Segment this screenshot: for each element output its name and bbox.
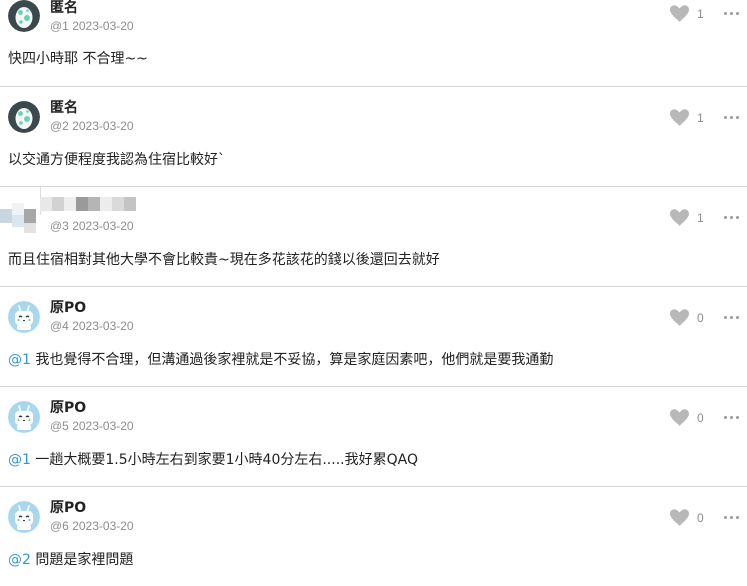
more-options-icon[interactable]	[722, 107, 742, 127]
author-name[interactable]: 原PO	[50, 397, 86, 417]
avatar-anonymous-egg[interactable]	[8, 101, 40, 133]
comment-item: 匿名 @2 2023-03-20 以交通方便程度我認為住宿比較好` 1	[0, 86, 747, 186]
like-button[interactable]: 0	[670, 409, 704, 426]
avatar-anonymous-egg[interactable]	[8, 0, 40, 32]
comment-meta: @1 2023-03-20	[50, 19, 134, 33]
comment-date: 2023-03-20	[72, 319, 134, 333]
mention-link[interactable]: @1	[8, 452, 31, 468]
floor-number: @6	[50, 519, 69, 533]
comment-item: 匿名 @1 2023-03-20 快四小時耶 不合理~~ 1	[0, 0, 747, 86]
author-name[interactable]: 原PO	[50, 297, 86, 317]
more-options-icon[interactable]	[722, 207, 742, 227]
avatar-robot[interactable]	[8, 301, 40, 333]
heart-icon	[670, 509, 689, 526]
comment-date: 2023-03-20	[72, 119, 134, 133]
like-count: 1	[697, 110, 704, 125]
like-count: 1	[697, 6, 704, 21]
comment-text: @2 問題是家裡問題	[8, 549, 133, 569]
comment-meta: @4 2023-03-20	[50, 319, 134, 333]
like-button[interactable]: 0	[670, 309, 704, 326]
comment-text: @1 我也覺得不合理，但溝通過後家裡就是不妥協，算是家庭因素吧，他們就是要我通勤	[8, 349, 553, 369]
heart-icon	[670, 109, 689, 126]
comment-item: 原PO @6 2023-03-20 @2 問題是家裡問題 0	[0, 486, 747, 586]
like-count: 0	[697, 310, 704, 325]
comment-date: 2023-03-20	[72, 519, 134, 533]
mention-link[interactable]: @2	[8, 552, 31, 568]
comment-date: 2023-03-20	[72, 219, 134, 233]
more-options-icon[interactable]	[722, 507, 742, 527]
comment-text: @1 一趟大概要1.5小時左右到家要1小時40分左右.....我好累QAQ	[8, 449, 418, 469]
floor-number: @4	[50, 319, 69, 333]
floor-number: @3	[50, 219, 69, 233]
author-name[interactable]: 匿名	[50, 97, 78, 117]
like-count: 0	[697, 410, 704, 425]
comment-meta: @3 2023-03-20	[50, 219, 134, 233]
floor-number: @2	[50, 119, 69, 133]
comment-text: 而且住宿相對其他大學不會比較貴~現在多花該花的錢以後還回去就好	[8, 249, 440, 269]
like-count: 0	[697, 510, 704, 525]
comment-item: @3 2023-03-20 而且住宿相對其他大學不會比較貴~現在多花該花的錢以後…	[0, 186, 747, 286]
avatar-robot[interactable]	[8, 501, 40, 533]
avatar-blurred[interactable]	[0, 187, 41, 233]
comment-meta: @6 2023-03-20	[50, 519, 134, 533]
comment-meta: @5 2023-03-20	[50, 419, 134, 433]
author-name[interactable]: 匿名	[50, 0, 78, 17]
more-options-icon[interactable]	[722, 307, 742, 327]
comment-text: 快四小時耶 不合理~~	[8, 48, 148, 68]
comment-date: 2023-03-20	[72, 419, 134, 433]
like-button[interactable]: 0	[670, 509, 704, 526]
avatar-robot[interactable]	[8, 401, 40, 433]
floor-number: @1	[50, 19, 69, 33]
heart-icon	[670, 209, 689, 226]
comment-meta: @2 2023-03-20	[50, 119, 134, 133]
like-button[interactable]: 1	[670, 209, 704, 226]
comment-item: 原PO @4 2023-03-20 @1 我也覺得不合理，但溝通過後家裡就是不妥…	[0, 286, 747, 386]
like-button[interactable]: 1	[670, 109, 704, 126]
heart-icon	[670, 5, 689, 22]
comment-content: 快四小時耶 不合理~~	[8, 51, 148, 67]
comment-date: 2023-03-20	[72, 19, 134, 33]
author-name[interactable]: 原PO	[50, 497, 86, 517]
like-button[interactable]: 1	[670, 5, 704, 22]
comment-list: 匿名 @1 2023-03-20 快四小時耶 不合理~~ 1 匿名 @2 202…	[0, 0, 747, 586]
author-name-blurred[interactable]	[40, 197, 136, 211]
more-options-icon[interactable]	[722, 407, 742, 427]
more-options-icon[interactable]	[722, 3, 742, 23]
heart-icon	[670, 309, 689, 326]
comment-item: 原PO @5 2023-03-20 @1 一趟大概要1.5小時左右到家要1小時4…	[0, 386, 747, 486]
comment-text: 以交通方便程度我認為住宿比較好`	[8, 149, 225, 169]
floor-number: @5	[50, 419, 69, 433]
mention-link[interactable]: @1	[8, 352, 31, 368]
like-count: 1	[697, 210, 704, 225]
comment-content: 我也覺得不合理，但溝通過後家裡就是不妥協，算是家庭因素吧，他們就是要我通勤	[30, 352, 554, 368]
comment-content: 以交通方便程度我認為住宿比較好`	[8, 152, 225, 168]
comment-content: 而且住宿相對其他大學不會比較貴~現在多花該花的錢以後還回去就好	[8, 252, 440, 268]
comment-content: 一趟大概要1.5小時左右到家要1小時40分左右.....我好累QAQ	[30, 452, 418, 468]
comment-content: 問題是家裡問題	[30, 552, 134, 568]
heart-icon	[670, 409, 689, 426]
